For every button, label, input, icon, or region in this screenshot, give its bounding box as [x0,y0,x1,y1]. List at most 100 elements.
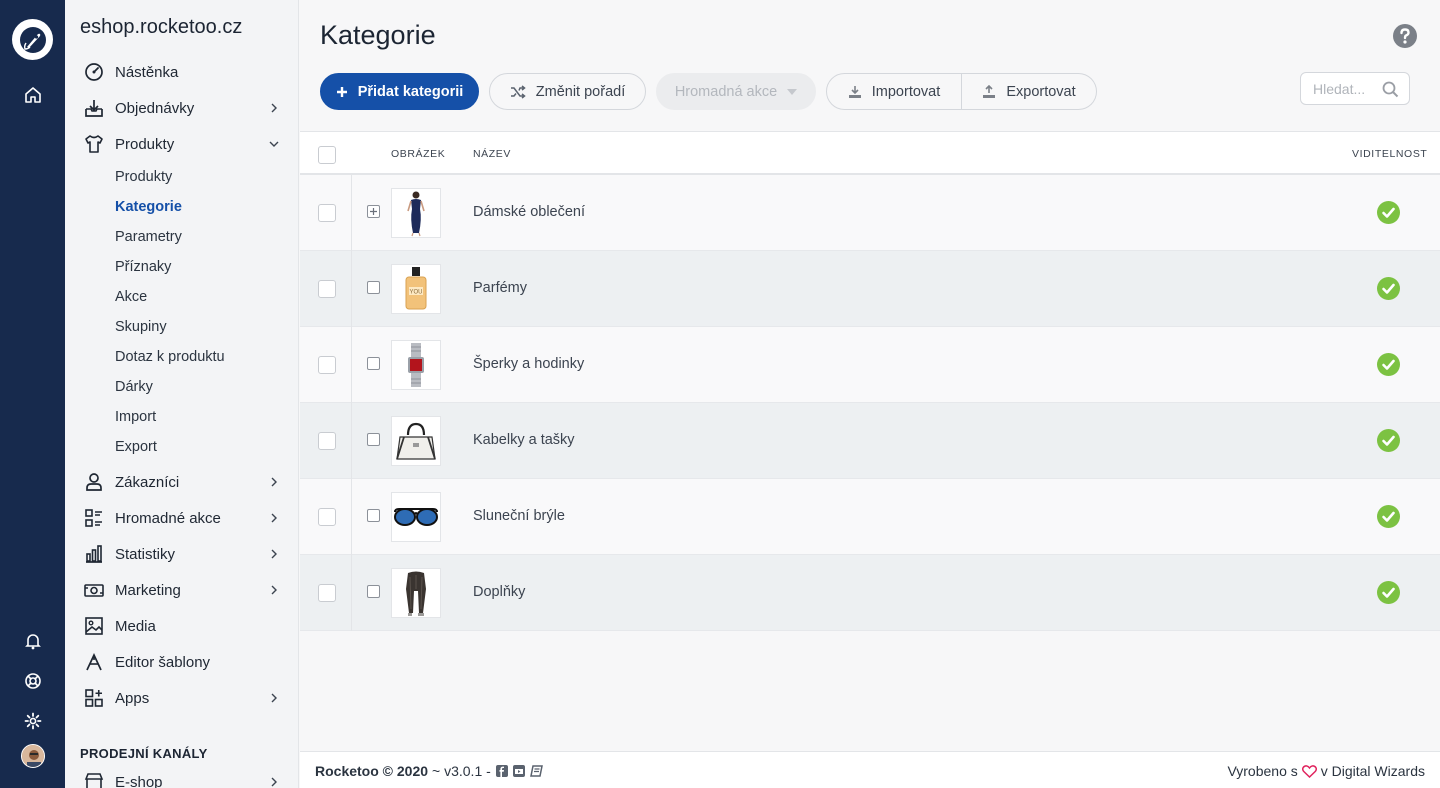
category-thumbnail-handbag[interactable] [391,416,441,466]
book-icon[interactable] [529,765,543,777]
sidebar-item-products[interactable]: Produkty [65,126,298,162]
chevron-right-icon [271,777,277,787]
sidebar-item-orders[interactable]: Objednávky [65,90,298,126]
sidebar-subitem-groups[interactable]: Skupiny [115,315,167,339]
row-checkbox[interactable] [318,204,336,222]
sidebar: eshop.rocketoo.cz Nástěnka Objednávky Pr… [65,0,299,788]
sidebar-item-statistics[interactable]: Statistiky [65,536,298,572]
sidebar-item-media[interactable]: Media [65,608,298,644]
sidebar-subitem-sales[interactable]: Akce [115,285,147,309]
sidebar-subitem-parameters[interactable]: Parametry [115,225,182,249]
row-checkbox[interactable] [318,280,336,298]
table-row[interactable]: Kabelky a tašky [300,403,1440,479]
user-icon [83,471,105,493]
chevron-down-icon [269,141,279,147]
category-thumbnail-sunglasses[interactable] [391,492,441,542]
sidebar-item-dashboard[interactable]: Nástěnka [65,54,298,90]
row-checkbox[interactable] [318,432,336,450]
select-all-checkbox[interactable] [318,146,336,164]
bulk-action-dropdown[interactable]: Hromadná akce [656,73,816,110]
category-name[interactable]: Kabelky a tašky [473,432,575,448]
sidebar-item-customers[interactable]: Zákazníci [65,464,298,500]
sidebar-subitem-categories[interactable]: Kategorie [115,195,182,219]
export-label: Exportovat [1006,83,1076,100]
footer-made-suffix[interactable]: v Digital Wizards [1321,763,1425,779]
help-icon[interactable] [1392,23,1418,49]
visible-check-icon[interactable] [1377,201,1400,224]
table-row[interactable]: Doplňky [300,555,1440,631]
category-thumbnail-scarf[interactable] [391,568,441,618]
visible-check-icon[interactable] [1377,429,1400,452]
visible-check-icon[interactable] [1377,353,1400,376]
page-title: Kategorie [320,20,436,50]
column-header-visibility[interactable]: VIDITELNOST [1352,148,1427,160]
visible-check-icon[interactable] [1377,277,1400,300]
expand-toggle-icon[interactable] [367,205,380,218]
export-button[interactable]: Exportovat [962,73,1097,110]
sidebar-item-label: Apps [115,689,150,707]
row-checkbox[interactable] [318,584,336,602]
column-header-name[interactable]: NÁZEV [473,148,511,160]
search-box[interactable] [1300,72,1410,105]
add-category-button[interactable]: Přidat kategorii [320,73,479,110]
visible-check-icon[interactable] [1377,581,1400,604]
footer: Rocketoo © 2020 ~ v3.0.1 - Vyrobeno s v … [300,751,1440,788]
table-row[interactable]: Dámské oblečení [300,175,1440,251]
sidebar-subitem-import[interactable]: Import [115,405,156,429]
search-icon[interactable] [1382,81,1399,98]
import-button[interactable]: Importovat [826,73,962,110]
orders-icon [83,97,105,119]
editor-icon [83,651,105,673]
categories-table: OBRÁZEK NÁZEV VIDITELNOST Dámské oblečen… [300,131,1440,631]
rocket-logo-icon[interactable] [12,19,53,60]
footer-brand: Rocketoo © 2020 [315,763,429,779]
sidebar-subitem-gifts[interactable]: Dárky [115,375,153,399]
caret-down-icon [787,88,798,95]
bulk-action-label: Hromadná akce [674,83,778,100]
facebook-icon[interactable] [495,765,508,777]
sidebar-subitem-product-inquiry[interactable]: Dotaz k produktu [115,345,225,369]
chevron-right-icon [271,693,277,703]
shop-title[interactable]: eshop.rocketoo.cz [80,16,242,39]
sidebar-subitem-flags[interactable]: Příznaky [115,255,171,279]
svg-text:YOU: YOU [409,290,422,296]
category-name[interactable]: Šperky a hodinky [473,356,584,372]
category-name[interactable]: Doplňky [473,584,525,600]
sidebar-item-marketing[interactable]: Marketing [65,572,298,608]
youtube-icon[interactable] [512,765,525,777]
table-row[interactable]: Šperky a hodinky [300,327,1440,403]
table-row[interactable]: YOU Parfémy [300,251,1440,327]
search-input[interactable] [1313,80,1383,97]
sidebar-item-label: Media [115,617,156,635]
shuffle-icon [510,84,526,99]
category-name[interactable]: Dámské oblečení [473,204,585,220]
avatar[interactable] [0,738,65,774]
sidebar-item-eshop[interactable]: E-shop [65,764,298,788]
chevron-right-icon [271,513,277,523]
sidebar-item-template-editor[interactable]: Editor šablony [65,644,298,680]
category-thumbnail-perfume[interactable]: YOU [391,264,441,314]
reorder-button[interactable]: Změnit pořadí [489,73,646,110]
category-thumbnail-dress[interactable] [391,188,441,238]
chevron-right-icon [271,585,277,595]
sidebar-subitem-products[interactable]: Produkty [115,165,172,189]
sidebar-item-bulk-actions[interactable]: Hromadné akce [65,500,298,536]
category-thumbnail-watch[interactable] [391,340,441,390]
gear-icon[interactable] [0,703,65,739]
home-icon[interactable] [0,77,65,113]
plus-icon [336,86,348,98]
bell-icon[interactable] [0,623,65,659]
sidebar-subitem-export[interactable]: Export [115,435,157,459]
lifebuoy-icon[interactable] [0,663,65,699]
row-checkbox[interactable] [318,508,336,526]
sidebar-item-apps[interactable]: Apps [65,680,298,716]
category-name[interactable]: Parfémy [473,280,527,296]
table-row[interactable]: Sluneční brýle [300,479,1440,555]
category-name[interactable]: Sluneční brýle [473,508,565,524]
leaf-node-icon [367,357,380,370]
column-header-image[interactable]: OBRÁZEK [391,148,445,160]
leaf-node-icon [367,585,380,598]
visible-check-icon[interactable] [1377,505,1400,528]
row-checkbox[interactable] [318,356,336,374]
sidebar-item-label: E-shop [115,773,163,788]
